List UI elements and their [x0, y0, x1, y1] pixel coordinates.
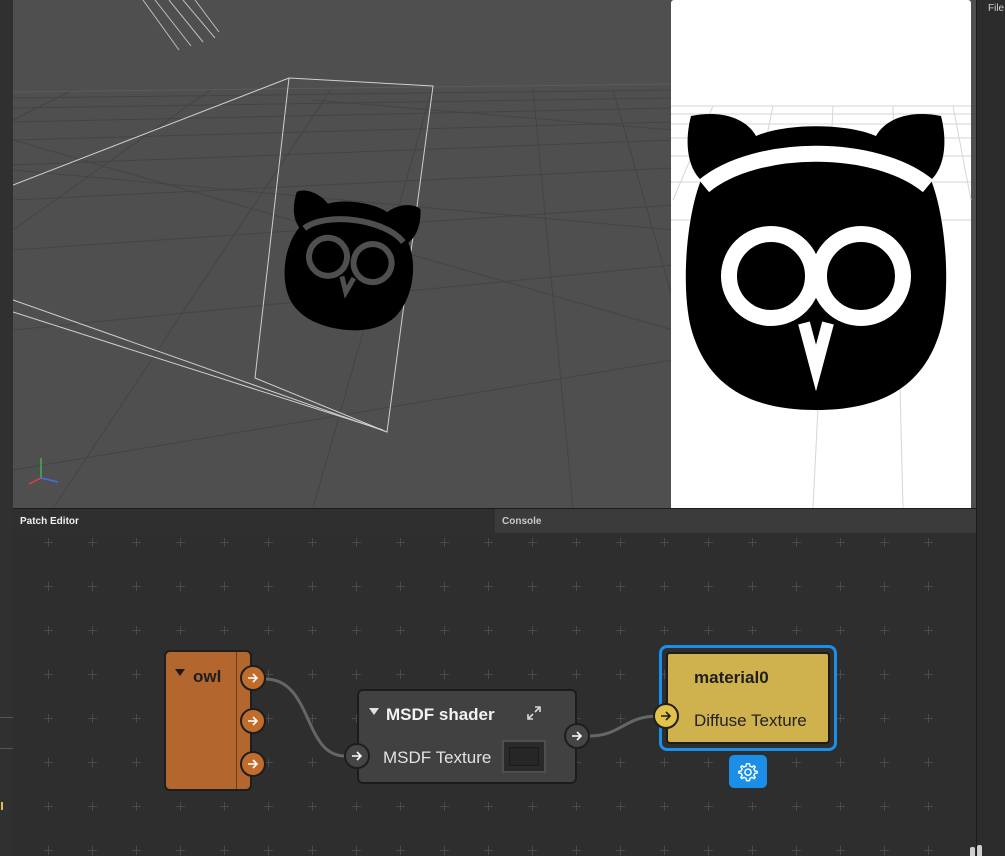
- wire-owl-to-msdf: [264, 677, 346, 758]
- msdf-texture-label: MSDF Texture: [383, 748, 492, 767]
- left-panel-strip: [0, 0, 14, 856]
- patch-editor-canvas[interactable]: owl MSDF shader MSDF Texture material0 D…: [13, 533, 976, 856]
- arrow-right-icon: [572, 731, 583, 741]
- axis-gizmo-icon: [28, 458, 59, 485]
- simulator-preview: [671, 0, 972, 508]
- diffuse-texture-input-port[interactable]: [653, 703, 679, 729]
- msdf-output-port[interactable]: [564, 723, 590, 749]
- gear-icon: [738, 762, 758, 781]
- expand-icon[interactable]: [526, 705, 542, 721]
- msdf-input-port[interactable]: [344, 743, 370, 769]
- arrow-right-icon: [248, 716, 259, 726]
- file-menu[interactable]: File: [988, 3, 1004, 14]
- material-node-body: material0 Diffuse Texture: [666, 652, 830, 744]
- arrow-right-icon: [352, 751, 363, 761]
- node-title: owl: [193, 667, 222, 686]
- msdf-texture-swatch[interactable]: [502, 740, 546, 773]
- owl-node[interactable]: owl: [164, 650, 252, 791]
- node-title: material0: [694, 668, 769, 687]
- viewport-scene: [13, 0, 972, 508]
- owl-logo-icon: [284, 190, 421, 331]
- owl-output-port-3[interactable]: [240, 751, 266, 777]
- tab-console[interactable]: Console: [495, 509, 976, 534]
- divider: [0, 717, 13, 718]
- bottom-tabbar: Patch Editor Console: [13, 508, 976, 534]
- scrollbar[interactable]: [977, 845, 982, 856]
- collapse-triangle-icon[interactable]: [369, 708, 379, 715]
- msdf-shader-node[interactable]: MSDF shader MSDF Texture: [357, 689, 577, 784]
- material-settings-button[interactable]: [729, 755, 767, 788]
- right-panel: File: [976, 0, 1005, 856]
- indicator-mark: [1, 802, 3, 810]
- node-divider: [236, 652, 237, 789]
- light-arrows-icon: [142, 0, 220, 51]
- tab-patch-editor[interactable]: Patch Editor: [13, 509, 495, 534]
- collapse-triangle-icon[interactable]: [175, 669, 185, 676]
- owl-output-port-1[interactable]: [240, 665, 266, 691]
- material0-node[interactable]: material0 Diffuse Texture: [659, 645, 837, 751]
- diffuse-texture-label: Diffuse Texture: [694, 711, 807, 730]
- node-title: MSDF shader: [386, 705, 495, 724]
- arrow-right-icon: [248, 759, 259, 769]
- wire-msdf-to-material: [587, 714, 660, 738]
- patch-scrollbar[interactable]: [970, 847, 975, 856]
- arrow-right-icon: [661, 711, 672, 721]
- arrow-right-icon: [248, 673, 259, 683]
- viewport-3d[interactable]: [13, 0, 976, 508]
- divider: [0, 748, 13, 749]
- owl-output-port-2[interactable]: [240, 708, 266, 734]
